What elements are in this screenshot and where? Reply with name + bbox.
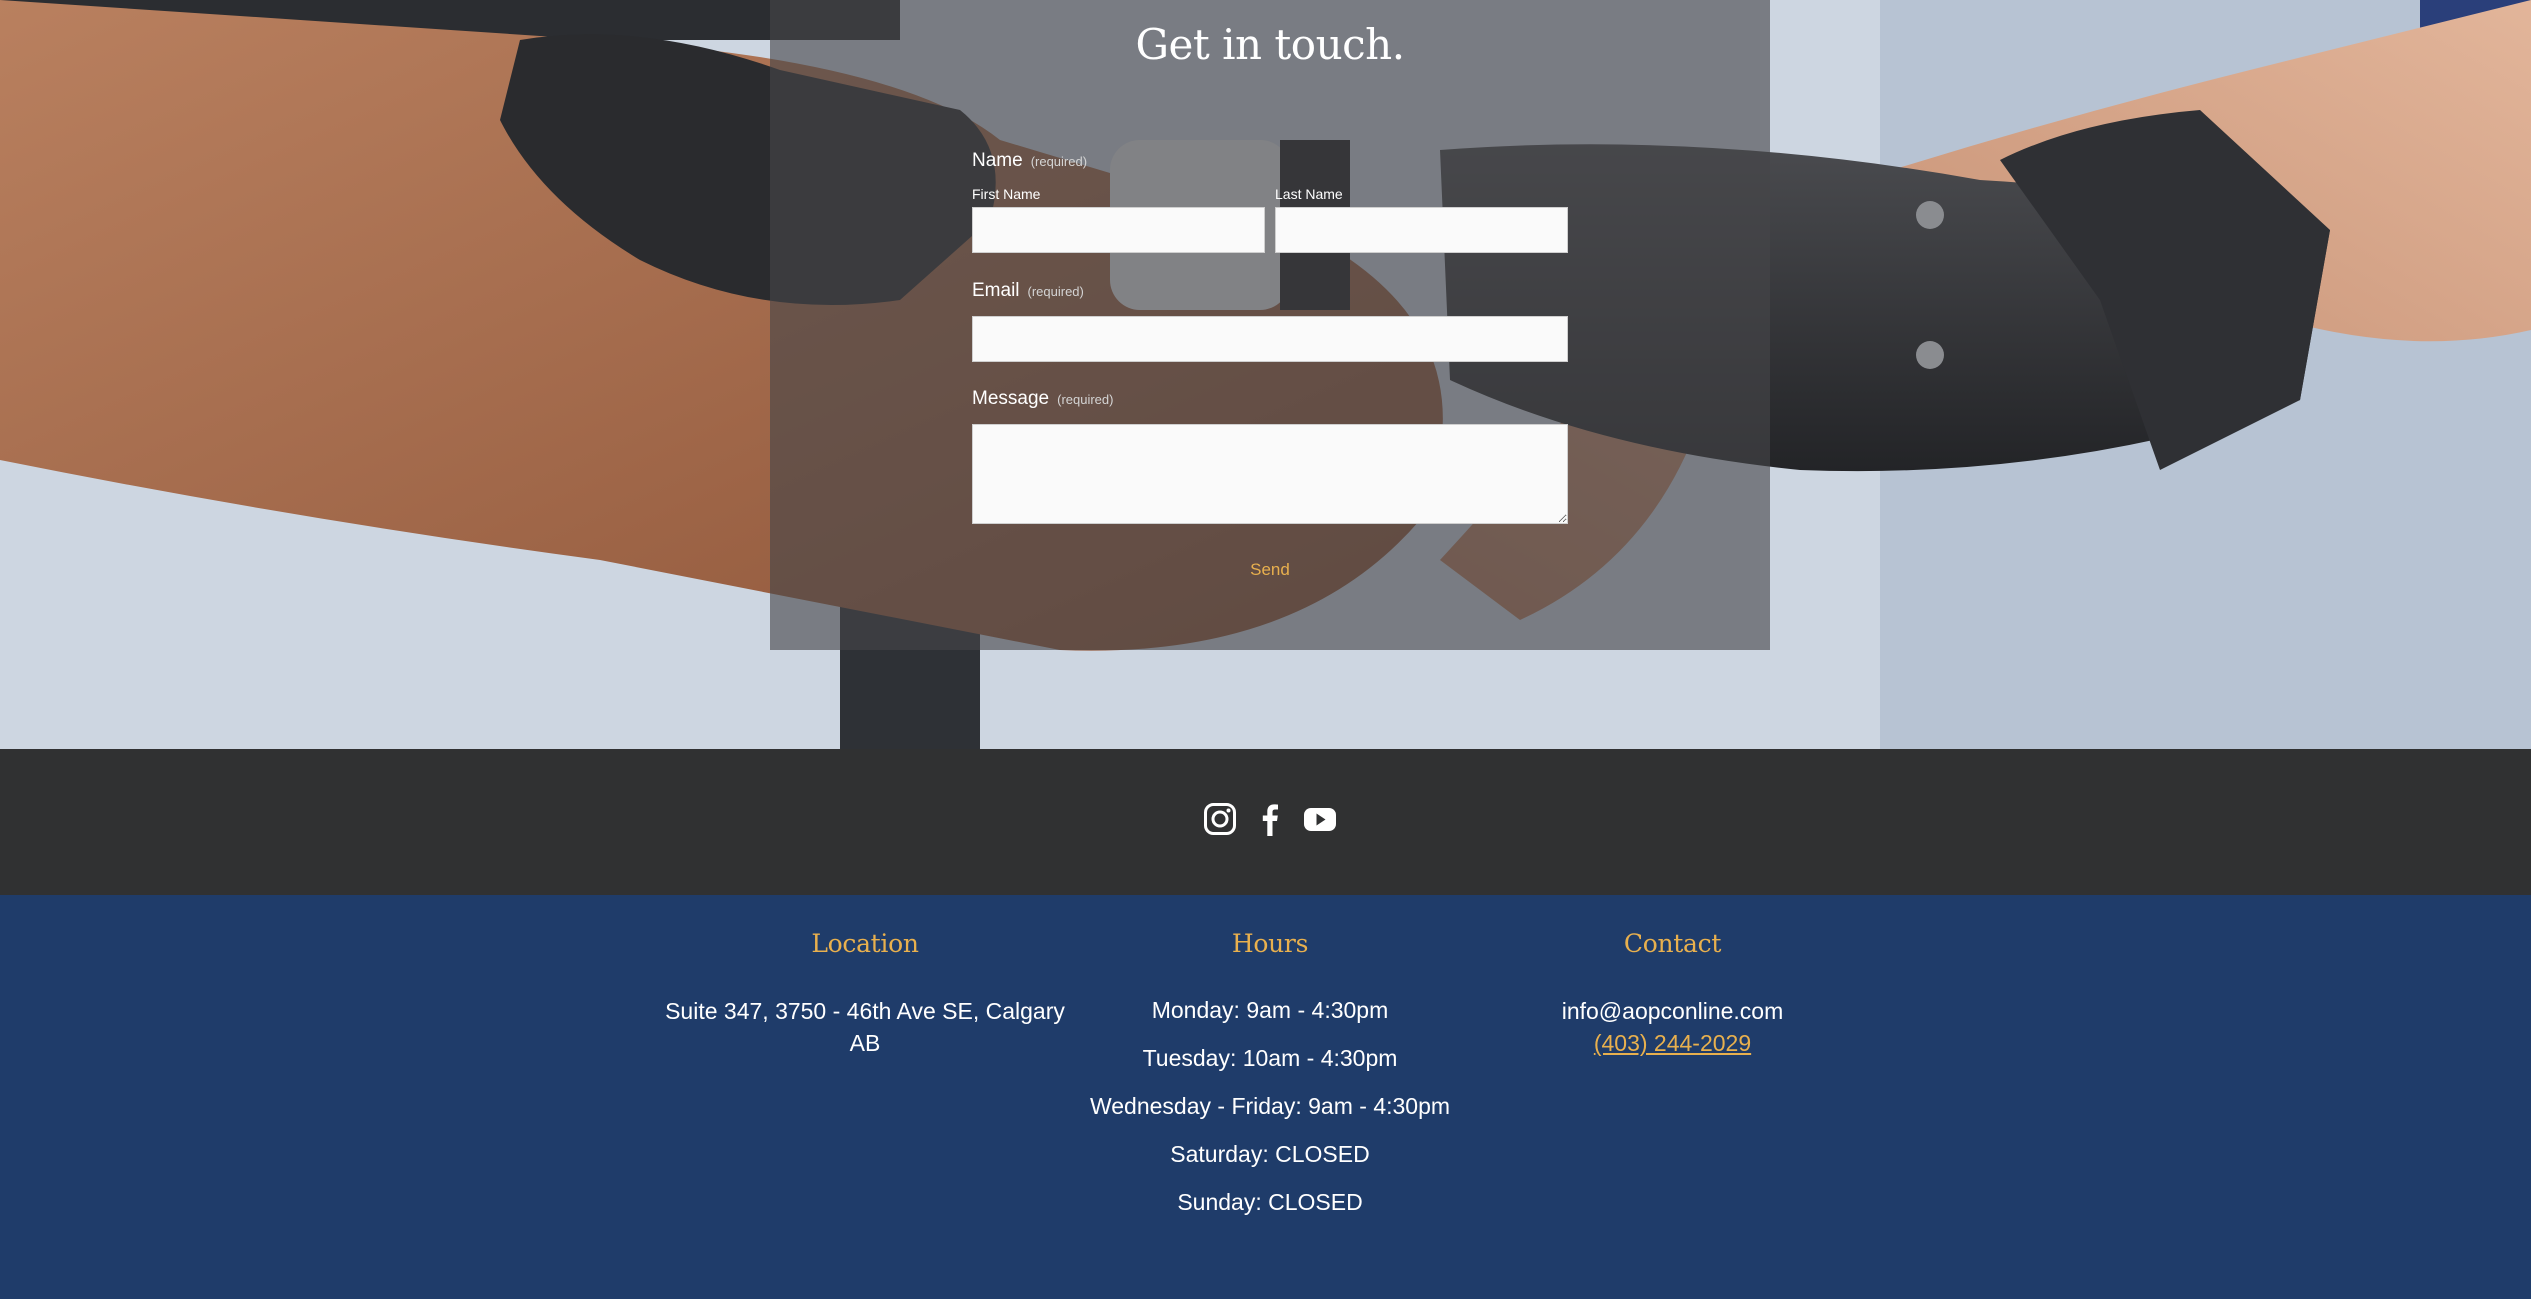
instagram-icon[interactable] (1203, 802, 1237, 836)
location-heading: Location (811, 929, 919, 958)
name-label-text: Name (972, 150, 1023, 171)
contact-form-panel: Get in touch. Name (required) First Name … (770, 0, 1770, 650)
facebook-icon[interactable] (1253, 802, 1287, 836)
email-input[interactable] (972, 316, 1568, 362)
info-footer: Location Suite 347, 3750 - 46th Ave SE, … (0, 895, 2531, 1299)
hours-line-saturday: Saturday: CLOSED (1170, 1141, 1370, 1167)
contact-hero: Get in touch. Name (required) First Name … (0, 0, 2531, 749)
name-required-note: (required) (1030, 154, 1088, 169)
last-name-input[interactable] (1275, 207, 1568, 253)
email-required-note: (required) (1027, 284, 1084, 299)
email-field-label: Email (required) (972, 280, 1084, 302)
contact-email-link[interactable]: info@aopconline.com (1470, 995, 1875, 1027)
hours-line-sunday: Sunday: CLOSED (1177, 1189, 1363, 1215)
message-label-text: Message (972, 388, 1050, 409)
first-name-input[interactable] (972, 207, 1265, 253)
youtube-icon[interactable] (1303, 802, 1337, 836)
social-bar (0, 749, 2531, 895)
email-label-text: Email (972, 280, 1020, 301)
first-name-label: First Name (972, 186, 1041, 202)
message-textarea[interactable] (972, 424, 1568, 524)
form-title: Get in touch. (1135, 20, 1405, 69)
message-required-note: (required) (1057, 392, 1114, 407)
message-field-label: Message (required) (972, 388, 1113, 410)
hours-line-monday: Monday: 9am - 4:30pm (1151, 997, 1389, 1023)
contact-heading: Contact (1623, 929, 1722, 958)
last-name-label: Last Name (1275, 186, 1343, 202)
contact-phone-link[interactable]: (403) 244-2029 (1594, 1030, 1751, 1056)
hours-line-tuesday: Tuesday: 10am - 4:30pm (1142, 1045, 1398, 1071)
send-button[interactable]: Send (1200, 555, 1340, 585)
location-address: Suite 347, 3750 - 46th Ave SE, Calgary A… (665, 998, 1065, 1056)
name-field-label: Name (required) (972, 150, 1087, 172)
hours-line-wed-fri: Wednesday - Friday: 9am - 4:30pm (1089, 1093, 1451, 1119)
hours-heading: Hours (1231, 929, 1309, 958)
